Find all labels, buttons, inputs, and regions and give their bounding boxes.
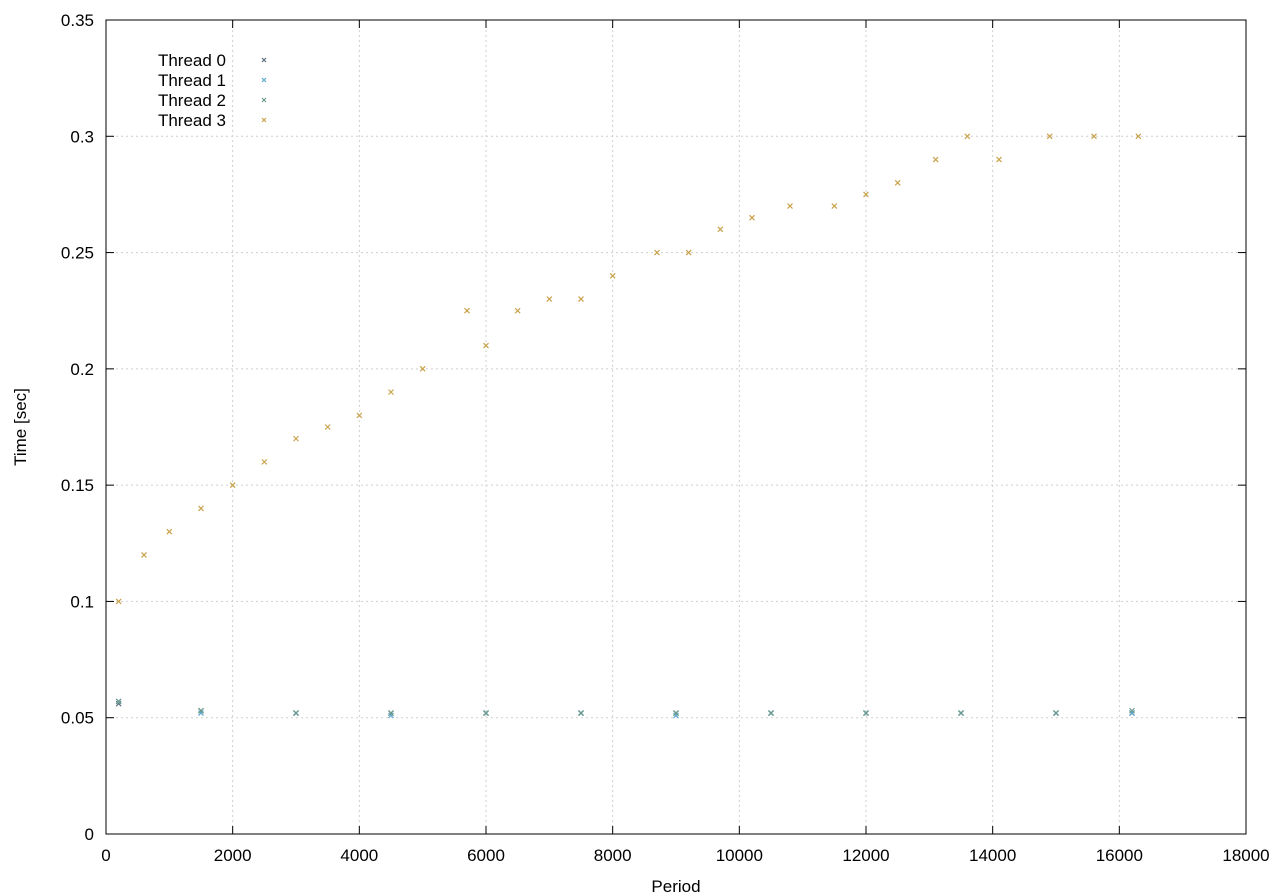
legend-label: Thread 3 bbox=[158, 111, 226, 130]
y-tick-label: 0.35 bbox=[61, 11, 94, 30]
data-point bbox=[514, 307, 521, 314]
y-tick-label: 0 bbox=[85, 825, 94, 844]
data-point bbox=[419, 365, 426, 372]
x-tick-label: 16000 bbox=[1096, 846, 1143, 865]
plot-frame bbox=[105, 19, 1247, 835]
y-tick-label: 0.3 bbox=[70, 127, 94, 146]
x-tick-label: 4000 bbox=[340, 846, 378, 865]
legend-label: Thread 1 bbox=[158, 71, 226, 90]
y-tick-label: 0.25 bbox=[61, 244, 94, 263]
y-tick-label: 0.05 bbox=[61, 709, 94, 728]
data-point bbox=[578, 710, 584, 716]
data-point bbox=[831, 203, 838, 209]
legend-label: Thread 2 bbox=[158, 91, 226, 110]
x-tick-label: 10000 bbox=[716, 846, 763, 865]
data-point bbox=[894, 179, 901, 186]
series-1 bbox=[115, 698, 1135, 719]
data-point bbox=[293, 710, 299, 716]
data-point bbox=[996, 156, 1002, 163]
data-point bbox=[768, 710, 774, 716]
x-tick-label: 14000 bbox=[969, 846, 1016, 865]
legend-marker bbox=[261, 117, 267, 123]
x-tick-label: 8000 bbox=[594, 846, 632, 865]
data-point bbox=[654, 249, 660, 256]
y-tick-label: 0.2 bbox=[70, 360, 94, 379]
series-0 bbox=[115, 700, 1135, 716]
grid-lines bbox=[106, 20, 1246, 834]
y-tick-label: 0.15 bbox=[61, 476, 94, 495]
data-point bbox=[464, 307, 470, 314]
data-point bbox=[578, 296, 584, 303]
x-tick-label: 18000 bbox=[1222, 846, 1269, 865]
data-point bbox=[356, 412, 363, 419]
x-tick-label: 0 bbox=[101, 846, 110, 865]
data-point bbox=[388, 389, 394, 396]
data-point bbox=[483, 342, 489, 349]
data-point bbox=[293, 435, 299, 442]
x-tick-label: 12000 bbox=[842, 846, 889, 865]
data-point bbox=[609, 272, 616, 279]
data-point bbox=[198, 505, 204, 512]
x-axis-label: Period bbox=[651, 877, 700, 896]
x-tick-label: 6000 bbox=[467, 846, 505, 865]
y-axis-label: Time [sec] bbox=[11, 388, 30, 466]
data-point bbox=[787, 203, 793, 209]
legend-marker bbox=[261, 97, 267, 103]
data-point bbox=[932, 156, 939, 163]
data-point bbox=[964, 133, 971, 140]
axis-ticks: 0 2000 4000 6000 8000 10000 12000 14000 16000 180… bbox=[61, 11, 1270, 865]
data-point bbox=[261, 458, 268, 465]
legend-marker bbox=[261, 77, 267, 83]
data-points bbox=[115, 133, 1142, 719]
data-point bbox=[166, 528, 173, 535]
x-tick-label: 2000 bbox=[214, 846, 252, 865]
legend-label: Thread 0 bbox=[158, 51, 226, 70]
scatter-chart: 0 2000 4000 6000 8000 10000 12000 14000 16000 180… bbox=[11, 11, 1270, 896]
data-point bbox=[1053, 710, 1059, 716]
data-point bbox=[749, 214, 755, 221]
data-point bbox=[717, 226, 724, 233]
data-point bbox=[324, 424, 331, 430]
data-point bbox=[546, 296, 553, 303]
y-tick-label: 0.1 bbox=[70, 592, 94, 611]
data-point bbox=[958, 710, 964, 716]
legend-marker bbox=[261, 57, 267, 63]
data-point bbox=[141, 551, 147, 558]
series-2 bbox=[115, 698, 1135, 716]
legend: Thread 0Thread 1Thread 2Thread 3 bbox=[158, 51, 267, 130]
